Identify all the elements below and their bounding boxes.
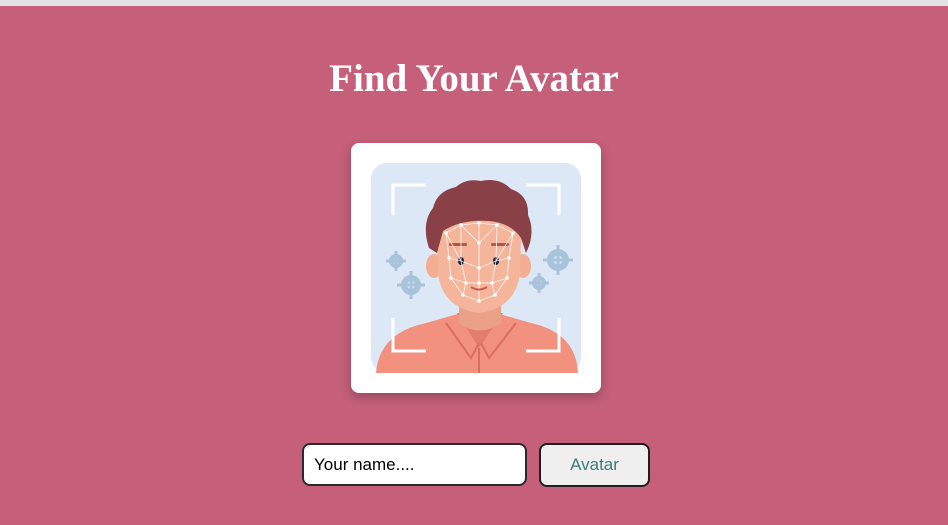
top-edge-bar — [0, 0, 948, 6]
avatar-button[interactable]: Avatar — [539, 443, 650, 487]
page-title: Find Your Avatar — [329, 57, 619, 100]
avatar-card — [351, 143, 601, 393]
name-input[interactable] — [302, 443, 527, 486]
face-recognition-avatar-icon — [371, 163, 581, 373]
